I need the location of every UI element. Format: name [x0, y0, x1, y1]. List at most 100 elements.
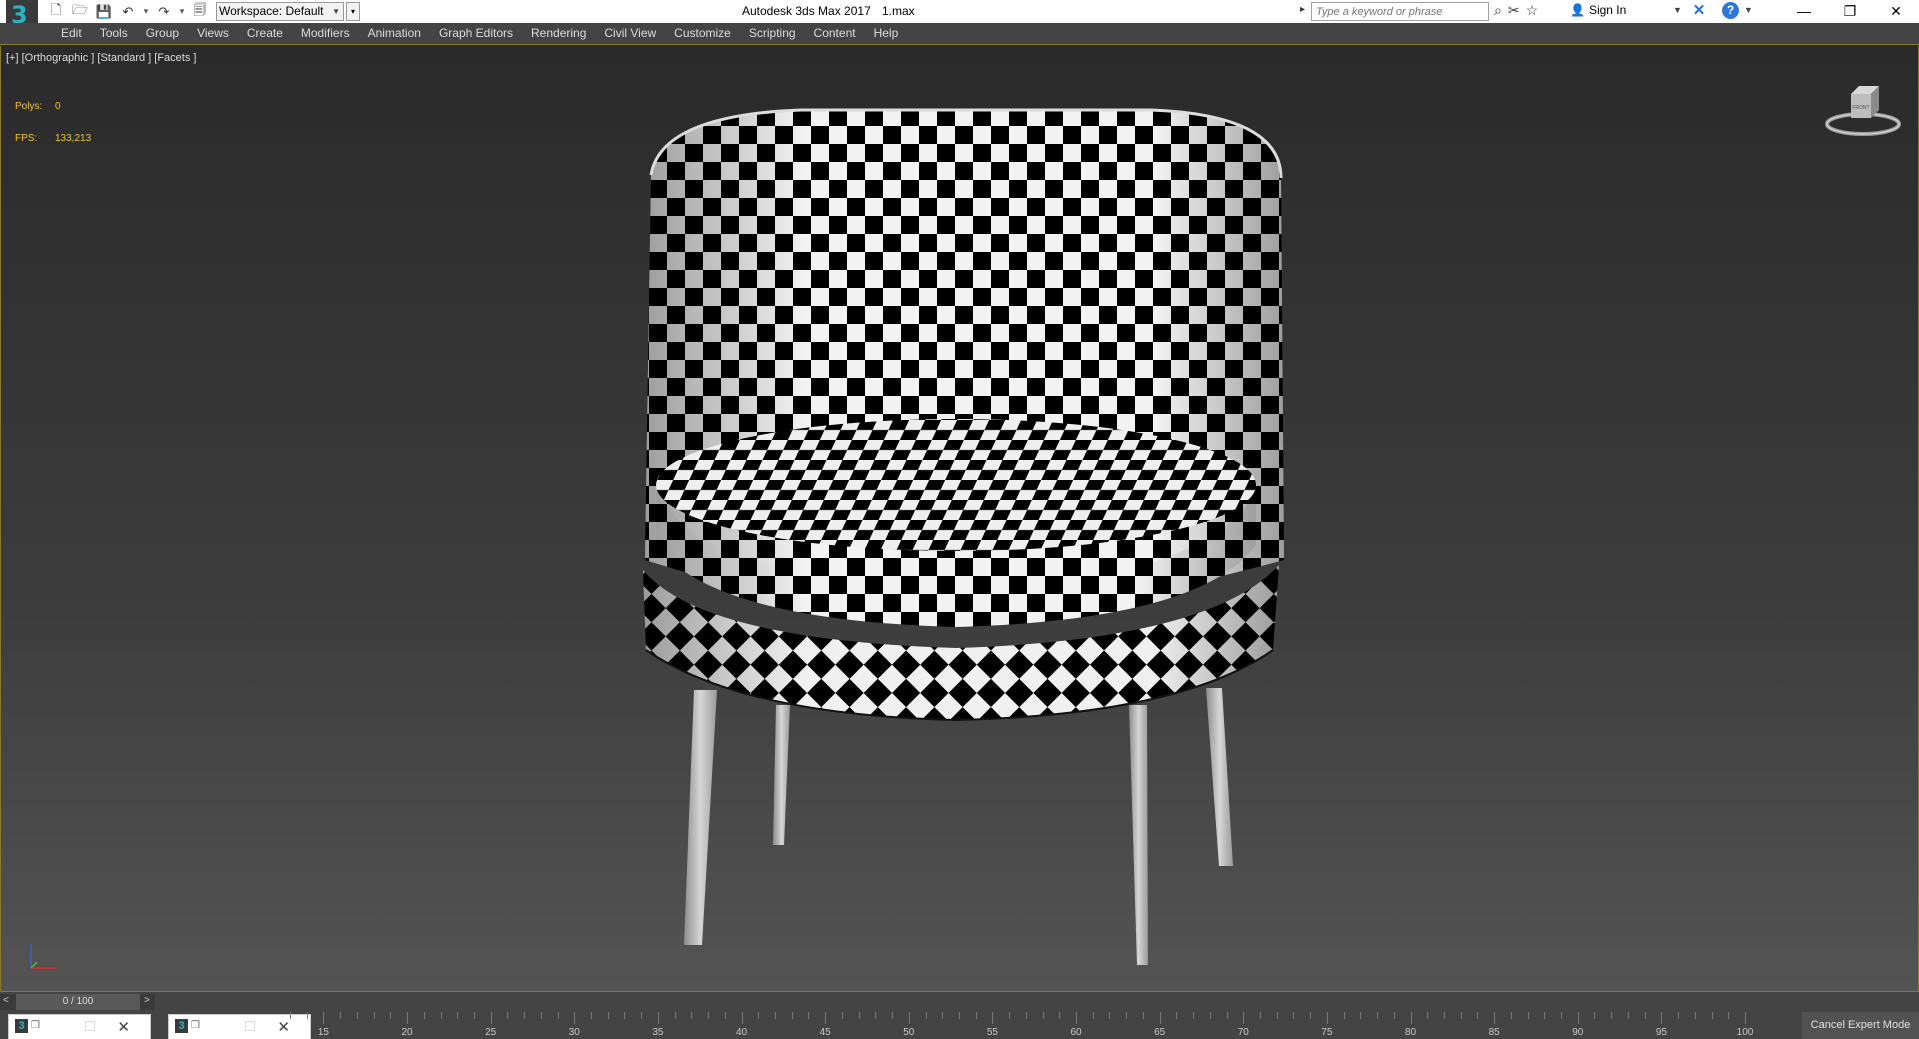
3ds-max-window: 3 🗋 🗁 💾 ↶ ▾ ↷ ▾ 🗐 Workspace: Default ▼ ▾ … — [0, 0, 1919, 1039]
timeline-tick — [1059, 1012, 1061, 1019]
menu-tools[interactable]: Tools — [91, 23, 137, 44]
redo-dropdown-icon[interactable]: ▾ — [178, 6, 186, 17]
chair-leg-back-left — [773, 705, 790, 845]
search-expand-icon[interactable]: ▸ — [1300, 4, 1305, 15]
timeline-tick — [1728, 1012, 1730, 1019]
timeline-tick — [724, 1012, 726, 1019]
timeline-tick-label: 30 — [568, 1027, 580, 1038]
timeline-tick-label: 95 — [1655, 1027, 1667, 1038]
time-slider[interactable]: < 0 / 100 > — [0, 994, 155, 1010]
timeline-tick — [1076, 1012, 1078, 1024]
menu-help[interactable]: Help — [865, 23, 908, 44]
timeline-ruler[interactable]: 15 20 25 30 35 40 45 50 55 60 65 70 75 80 85 90 95 100 — [290, 1012, 1753, 1039]
timeline-tick-label: 100 — [1736, 1027, 1754, 1038]
favorites-star-icon[interactable]: ☆ — [1526, 2, 1539, 19]
timeline-tick — [1176, 1012, 1178, 1019]
open-file-icon[interactable]: 🗁 — [70, 2, 90, 21]
timeline-tick — [1142, 1012, 1144, 1019]
timeline-tick — [1092, 1012, 1094, 1019]
timeline-tick-label: 40 — [735, 1027, 748, 1038]
timeline-tick — [958, 1012, 960, 1019]
close-icon[interactable]: ✕ — [117, 1018, 130, 1036]
axis-tripod-icon — [30, 944, 57, 969]
timeline-tick — [1276, 1012, 1278, 1019]
previous-frame-icon[interactable]: < — [3, 995, 9, 1006]
timeline-tick — [1009, 1012, 1011, 1019]
chair-model[interactable] — [1, 46, 1919, 991]
window-placeholder-icon — [245, 1021, 255, 1031]
time-slider-thumb[interactable]: 0 / 100 — [16, 994, 140, 1010]
chevron-down-icon: ▼ — [332, 7, 340, 16]
restore-window-icon[interactable]: ❐ — [191, 1020, 200, 1031]
timeline-tick — [657, 1012, 659, 1024]
minimize-button[interactable]: — — [1781, 0, 1827, 23]
menu-scripting[interactable]: Scripting — [740, 23, 805, 44]
timeline-tick-label: 85 — [1488, 1027, 1500, 1038]
workspace-select[interactable]: Workspace: Default ▼ — [216, 2, 344, 21]
menu-views[interactable]: Views — [188, 23, 238, 44]
timeline-tick — [524, 1012, 526, 1019]
new-file-icon[interactable]: 🗋 — [46, 2, 66, 21]
communication-center-icon[interactable]: ✂ — [1508, 2, 1520, 19]
binoculars-icon[interactable]: ⌕ — [1494, 2, 1502, 19]
restore-button[interactable]: ❐ — [1827, 0, 1873, 23]
next-frame-icon[interactable]: > — [144, 995, 150, 1006]
undo-dropdown-icon[interactable]: ▾ — [142, 6, 150, 17]
menu-group[interactable]: Group — [137, 23, 188, 44]
redo-icon[interactable]: ↷ — [154, 3, 174, 21]
sign-in-dropdown-icon[interactable]: ▼ — [1673, 5, 1682, 15]
window-title: Autodesk 3ds Max 2017 — [742, 4, 871, 18]
help-dropdown-icon[interactable]: ▼ — [1744, 5, 1753, 15]
app-icon: 3 — [15, 1019, 28, 1033]
timeline-tick — [540, 1012, 542, 1019]
cancel-expert-mode-button[interactable]: Cancel Expert Mode — [1802, 1012, 1919, 1039]
timeline-tick-label: 65 — [1154, 1027, 1166, 1038]
timeline-tick — [791, 1012, 793, 1019]
undo-icon[interactable]: ↶ — [118, 3, 138, 21]
timeline-tick — [708, 1012, 710, 1019]
timeline-tick — [1577, 1012, 1579, 1024]
timeline-tick — [323, 1012, 325, 1024]
timeline-tick — [473, 1012, 475, 1019]
menu-create[interactable]: Create — [238, 23, 292, 44]
help-icon[interactable]: ? — [1722, 2, 1739, 19]
menu-content[interactable]: Content — [805, 23, 865, 44]
timeline-tick-label: 15 — [317, 1027, 329, 1038]
timeline-tick-label: 55 — [986, 1027, 998, 1038]
menu-customize[interactable]: Customize — [665, 23, 740, 44]
close-button[interactable]: ✕ — [1873, 0, 1919, 23]
timeline-tick — [1460, 1012, 1462, 1019]
sign-in-button[interactable]: 👤 Sign In — [1570, 3, 1626, 17]
timeline-tick-label: 75 — [1321, 1027, 1333, 1038]
timeline-tick — [1393, 1012, 1395, 1019]
menu-edit[interactable]: Edit — [52, 23, 91, 44]
timeline-tick-label: 25 — [485, 1027, 497, 1038]
exchange-apps-icon[interactable]: ✕ — [1690, 2, 1708, 20]
timeline-tick — [290, 1012, 291, 1019]
quick-access-toolbar: 🗋 🗁 💾 ↶ ▾ ↷ ▾ 🗐 — [46, 2, 210, 21]
close-icon[interactable]: ✕ — [277, 1018, 290, 1036]
timeline-tick — [423, 1012, 425, 1019]
menu-civil-view[interactable]: Civil View — [595, 23, 665, 44]
restore-window-icon[interactable]: ❐ — [31, 1020, 40, 1031]
timeline-tick — [925, 1012, 927, 1019]
timeline-tick — [1611, 1012, 1613, 1019]
menu-animation[interactable]: Animation — [359, 23, 430, 44]
timeline-tick — [624, 1012, 626, 1019]
timeline-tick — [1109, 1012, 1111, 1019]
menu-modifiers[interactable]: Modifiers — [292, 23, 359, 44]
viewport-orthographic[interactable]: [+] [Orthographic ] [Standard ] [Facets … — [0, 46, 1919, 991]
save-icon[interactable]: 💾 — [94, 3, 114, 21]
timeline-tick — [557, 1012, 559, 1019]
search-input[interactable] — [1311, 2, 1489, 21]
customize-toolbar-icon[interactable]: ▾ — [346, 2, 360, 21]
timeline-tick — [1644, 1012, 1646, 1019]
window-placeholder-icon — [85, 1021, 95, 1031]
project-folder-icon[interactable]: 🗐 — [190, 2, 210, 21]
menu-rendering[interactable]: Rendering — [522, 23, 595, 44]
timeline-tick — [1745, 1012, 1746, 1024]
timeline-tick-label: 45 — [819, 1027, 831, 1038]
menu-graph-editors[interactable]: Graph Editors — [430, 23, 522, 44]
minimized-window-1[interactable]: 3 ❐ ✕ — [8, 1014, 151, 1039]
timeline-tick-label: 20 — [401, 1027, 413, 1038]
